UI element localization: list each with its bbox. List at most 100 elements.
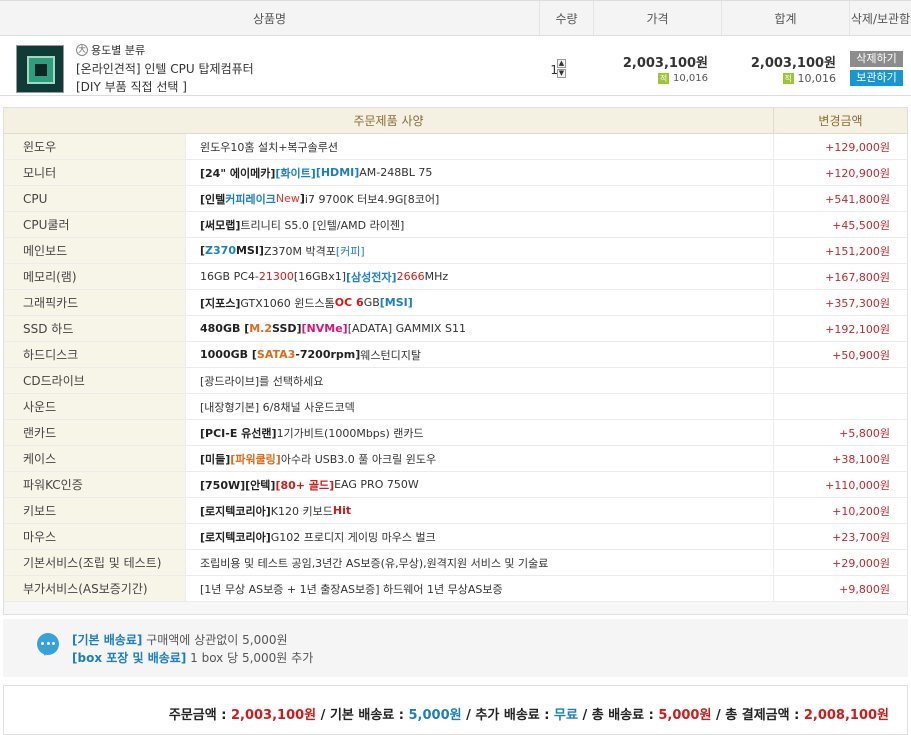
spec-value: 16GB PC4- 21300 [16GBx1] [삼성전자] 2666 MHz <box>186 264 774 289</box>
spec-row: 케이스 [미들] [파워쿨링] 아수라 USB3.0 풀 아크릴 윈도우 +38,… <box>4 446 907 472</box>
cart-header: 상품명 수량 가격 합계 삭제/보관함 <box>0 0 911 36</box>
spec-name: 그래픽카드 <box>4 290 186 315</box>
spec-row: SSD 하드 480GB [M.2 SSD] [NVMe] [ADATA] GAM… <box>4 316 907 342</box>
action-cell: 삭제하기 보관하기 <box>850 37 911 95</box>
product-category: 大 용도별 분류 <box>76 42 145 58</box>
spec-price: +357,300원 <box>825 296 890 310</box>
total-points-value: 10,016 <box>797 72 837 85</box>
col-price: 가격 <box>594 1 722 35</box>
spec-name: 키보드 <box>4 498 186 523</box>
spec-value: [써모랩] 트리니티 S5.0 [인텔/AMD 라이젠] <box>186 212 774 237</box>
price-points-value: 10,016 <box>673 73 708 84</box>
spec-row: 파워KC인증 [750W][안텍] [80+ 골드] EAG PRO 750W +… <box>4 472 907 498</box>
spec-value: [광드라이브]를 선택하세요 <box>186 368 774 393</box>
spec-value: [인텔 커피레이크 New] i7 9700K 터보4.9G[8코어] <box>186 186 774 211</box>
spec-name: 부가서비스(AS보증기간) <box>4 576 186 601</box>
spec-price: +5,800원 <box>839 426 890 440</box>
spec-row: 사운드 [내장형기본] 6/8채널 사운드코덱 <box>4 394 907 420</box>
delete-button[interactable]: 삭제하기 <box>850 51 903 67</box>
spec-name: 기본서비스(조립 및 테스트) <box>4 550 186 575</box>
spec-name: 마우스 <box>4 524 186 549</box>
spec-price: +541,800원 <box>825 192 890 206</box>
spec-value: [24" 에이메카] [화이트] [HDMI] AM-248BL 75 <box>186 160 774 185</box>
spec-footer <box>4 602 907 614</box>
spec-price: +9,800원 <box>839 582 890 596</box>
spec-value: [750W][안텍] [80+ 골드] EAG PRO 750W <box>186 472 774 497</box>
spec-value: 윈도우10홈 설치+복구솔루션 <box>186 134 774 159</box>
spec-row: 하드디스크 1000GB [SATA3 -7200rpm] 웨스턴디지탈 +50,… <box>4 342 907 368</box>
spec-price: +45,500원 <box>832 218 890 232</box>
save-to-wishlist-button[interactable]: 보관하기 <box>850 70 903 86</box>
product-subtitle: [DIY 부품 직접 선택 ] <box>76 80 187 94</box>
points-icon: 적 <box>658 73 669 84</box>
shipping-box: [box 포장 및 배송료] 1 box 당 5,000원 추가 <box>72 651 314 665</box>
spec-price: +50,900원 <box>832 348 890 362</box>
spec-price <box>774 368 907 393</box>
order-amount: 2,003,100원 <box>230 708 317 723</box>
spec-name: CPU <box>4 186 186 211</box>
spec-price: +192,100원 <box>825 322 890 336</box>
spec-row: 윈도우 윈도우10홈 설치+복구솔루션 +129,000원 <box>4 134 907 160</box>
spec-header-main: 주문제품 사양 <box>4 108 774 133</box>
spec-row: CPU쿨러 [써모랩] 트리니티 S5.0 [인텔/AMD 라이젠] +45,5… <box>4 212 907 238</box>
product-thumbnail[interactable] <box>16 45 64 93</box>
spec-name: 메인보드 <box>4 238 186 263</box>
spec-value: [로지텍코리아] K120 키보드 Hit <box>186 498 774 523</box>
spec-value: [로지텍코리아] G102 프로디지 게이밍 마우스 벌크 <box>186 524 774 549</box>
product-row: 大 용도별 분류 [온라인견적] 인텔 CPU 탑제컴퓨터 [DIY 부품 직접… <box>0 37 911 96</box>
spec-value: [미들] [파워쿨링] 아수라 USB3.0 풀 아크릴 윈도우 <box>186 446 774 471</box>
points-icon: 적 <box>782 73 794 84</box>
quantity-stepper[interactable]: ▲ ▼ <box>557 59 568 79</box>
spec-name: 파워KC인증 <box>4 472 186 497</box>
category-label: 용도별 분류 <box>91 44 146 57</box>
spec-name: SSD 하드 <box>4 316 186 341</box>
total-payment: 2,008,100원 <box>803 708 889 723</box>
total-value: 2,003,100원 <box>750 56 836 71</box>
total-shipping: 5,000원 <box>658 708 712 723</box>
spec-row: 기본서비스(조립 및 테스트) 조립비용 및 테스트 공임,3년간 AS보증(유… <box>4 550 907 576</box>
col-action: 삭제/보관함 <box>850 11 911 26</box>
spec-header: 주문제품 사양 변경금액 <box>4 108 907 134</box>
spec-price: +38,100원 <box>832 452 890 466</box>
order-summary: 주문금액 : 2,003,100원 / 기본 배송료 : 5,000원 / 추가… <box>3 685 908 735</box>
cpu-chip-icon <box>27 56 55 84</box>
speech-bubble-icon <box>37 633 59 656</box>
qty-up-icon[interactable]: ▲ <box>557 59 566 68</box>
spec-row: 키보드 [로지텍코리아] K120 키보드 Hit +10,200원 <box>4 498 907 524</box>
spec-price: +129,000원 <box>825 140 890 154</box>
spec-name: 랜카드 <box>4 420 186 445</box>
product-info: 大 용도별 분류 [온라인견적] 인텔 CPU 탑제컴퓨터 [DIY 부품 직접… <box>0 37 540 95</box>
category-icon: 大 <box>76 44 88 56</box>
spec-name: 윈도우 <box>4 134 186 159</box>
spec-value: 조립비용 및 테스트 공임,3년간 AS보증(유,무상),원격지원 서비스 및 … <box>186 550 774 575</box>
spec-row: 그래픽카드 [지포스] GTX1060 윈드스톰 OC 6 GB [MSI] +3… <box>4 290 907 316</box>
basic-shipping: 5,000원 <box>408 708 462 723</box>
qty-cell: 1 ▲ ▼ <box>540 37 594 95</box>
spec-name: CPU쿨러 <box>4 212 186 237</box>
qty-down-icon[interactable]: ▼ <box>557 69 566 78</box>
spec-row: CPU [인텔 커피레이크 New] i7 9700K 터보4.9G[8코어] +… <box>4 186 907 212</box>
spec-price <box>774 394 907 419</box>
spec-row: 부가서비스(AS보증기간) [1년 무상 AS보증 + 1년 출장AS보증] 하… <box>4 576 907 602</box>
price-cell: 2,003,100원 적 10,016 <box>594 37 722 95</box>
spec-row: CD드라이브 [광드라이브]를 선택하세요 <box>4 368 907 394</box>
spec-price: +23,700원 <box>832 530 890 544</box>
qty-value[interactable]: 1 <box>540 63 558 77</box>
spec-price: +151,200원 <box>825 244 890 258</box>
total-cell: 2,003,100원 적 10,016 <box>722 37 850 95</box>
spec-name: 모니터 <box>4 160 186 185</box>
spec-header-price: 변경금액 <box>818 114 863 128</box>
spec-table: 주문제품 사양 변경금액 윈도우 윈도우10홈 설치+복구솔루션 +129,00… <box>3 107 908 615</box>
cart-page: 상품명 수량 가격 합계 삭제/보관함 大 용도별 분류 [온라인견적] 인텔 … <box>0 0 911 735</box>
spec-name: 하드디스크 <box>4 342 186 367</box>
spec-name: 사운드 <box>4 394 186 419</box>
col-product-name: 상품명 <box>0 1 540 35</box>
spec-value: 480GB [M.2 SSD] [NVMe] [ADATA] GAMMIX S11 <box>186 316 774 341</box>
spec-value: 1000GB [SATA3 -7200rpm] 웨스턴디지탈 <box>186 342 774 367</box>
spec-price: +10,200원 <box>832 504 890 518</box>
spec-row: 메모리(램) 16GB PC4- 21300 [16GBx1] [삼성전자] 26… <box>4 264 907 290</box>
summary-line: 주문금액 : 2,003,100원 / 기본 배송료 : 5,000원 / 추가… <box>168 708 889 723</box>
shipping-notice: [기본 배송료] 구매액에 상관없이 5,000원 [box 포장 및 배송료]… <box>3 619 908 677</box>
col-total: 합계 <box>722 1 850 35</box>
product-title[interactable]: [온라인견적] 인텔 CPU 탑제컴퓨터 <box>76 60 254 77</box>
